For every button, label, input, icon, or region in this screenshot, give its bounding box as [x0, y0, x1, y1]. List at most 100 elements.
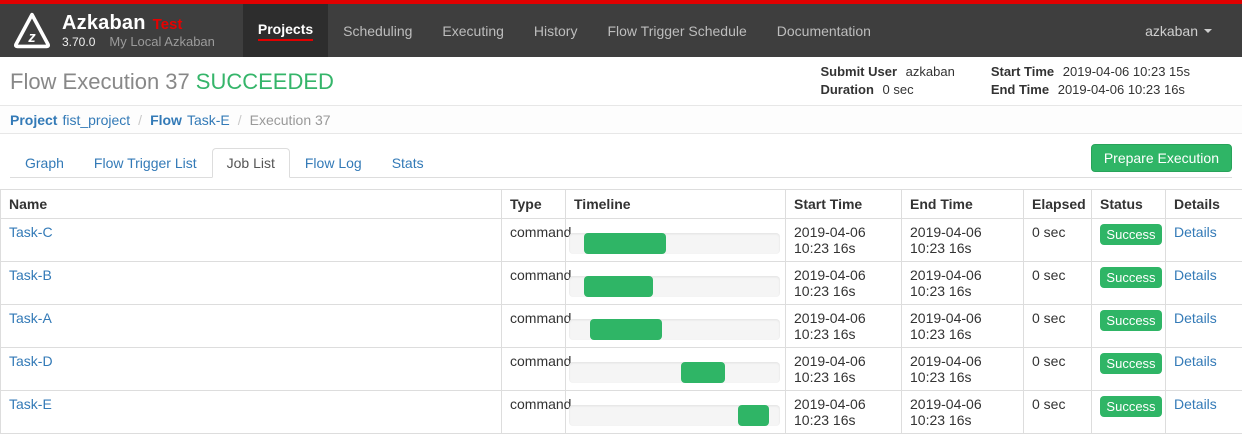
user-name: azkaban [1145, 23, 1198, 39]
job-start-time: 2019-04-06 10:23 16s [786, 262, 902, 305]
nav-item-history[interactable]: History [519, 4, 593, 57]
user-dropdown[interactable]: azkaban [1145, 4, 1242, 57]
duration-value: 0 sec [883, 82, 914, 97]
nav-item-scheduling[interactable]: Scheduling [328, 4, 427, 57]
table-row: Task-D command 2019-04-06 10:23 16s 2019… [1, 348, 1242, 391]
nav-item-label: Documentation [777, 23, 871, 39]
timeline-cell [566, 348, 786, 391]
nav-item-projects[interactable]: Projects [243, 4, 328, 57]
status-badge: Success [1100, 310, 1162, 331]
brand-text: Azkaban Test 3.70.0 My Local Azkaban [62, 12, 215, 50]
status-badge: Success [1100, 224, 1162, 245]
job-end-time: 2019-04-06 10:23 16s [902, 219, 1024, 262]
col-header-end-time: End Time [902, 190, 1024, 219]
end-time-value: 2019-04-06 10:23 16s [1058, 82, 1185, 97]
top-navbar: z Azkaban Test 3.70.0 My Local Azkaban P… [0, 0, 1242, 57]
timeline-track [569, 405, 780, 426]
tab-flow-trigger-list[interactable]: Flow Trigger List [79, 148, 212, 178]
status-badge: Success [1100, 353, 1162, 374]
status-badge: Success [1100, 396, 1162, 417]
tab-flow-log[interactable]: Flow Log [290, 148, 377, 178]
job-end-time: 2019-04-06 10:23 16s [902, 348, 1024, 391]
details-link[interactable]: Details [1174, 224, 1217, 240]
breadcrumb-project-link[interactable]: fist_project [62, 112, 130, 128]
timeline-bar [590, 319, 662, 340]
status-badge: Success [1100, 267, 1162, 288]
details-link[interactable]: Details [1174, 267, 1217, 283]
breadcrumb-execution: Execution 37 [250, 112, 331, 128]
brand-version: 3.70.0 [62, 36, 95, 50]
tabs-bar: Graph Flow Trigger List Job List Flow Lo… [10, 145, 1232, 178]
job-elapsed: 0 sec [1024, 348, 1092, 391]
brand[interactable]: z Azkaban Test 3.70.0 My Local Azkaban [0, 4, 231, 57]
job-elapsed: 0 sec [1024, 391, 1092, 434]
table-row: Task-C command 2019-04-06 10:23 16s 2019… [1, 219, 1242, 262]
col-header-status: Status [1092, 190, 1166, 219]
breadcrumb-project-label: Project [10, 112, 57, 128]
end-time-line: End Time 2019-04-06 10:23 16s [991, 82, 1190, 97]
nav-item-executing[interactable]: Executing [427, 4, 518, 57]
timeline-cell [566, 219, 786, 262]
submit-user-value: azkaban [906, 64, 955, 79]
job-name-link[interactable]: Task-E [9, 396, 52, 412]
timeline-cell [566, 262, 786, 305]
job-start-time: 2019-04-06 10:23 16s [786, 305, 902, 348]
tab-job-list[interactable]: Job List [212, 148, 290, 178]
job-type: command [502, 348, 566, 391]
table-header-row: Name Type Timeline Start Time End Time E… [1, 190, 1242, 219]
timeline-bar [681, 362, 725, 383]
nav-item-label: Executing [442, 23, 503, 39]
tab-graph[interactable]: Graph [10, 148, 79, 178]
table-row: Task-B command 2019-04-06 10:23 16s 2019… [1, 262, 1242, 305]
nav-item-label: Scheduling [343, 23, 412, 39]
flow-execution-title: Flow Execution 37 [10, 69, 190, 94]
job-end-time: 2019-04-06 10:23 16s [902, 305, 1024, 348]
timeline-cell [566, 391, 786, 434]
start-time-value: 2019-04-06 10:23 15s [1063, 64, 1190, 79]
table-row: Task-A command 2019-04-06 10:23 16s 2019… [1, 305, 1242, 348]
tab-stats[interactable]: Stats [377, 148, 439, 178]
main-nav: Projects Scheduling Executing History Fl… [243, 4, 886, 57]
col-header-elapsed: Elapsed [1024, 190, 1092, 219]
status-text: SUCCEEDED [196, 69, 334, 94]
chevron-down-icon [1204, 29, 1212, 33]
timeline-bar [584, 276, 654, 297]
execution-info-panel: Submit User azkaban Duration 0 sec Start… [820, 57, 1232, 105]
col-header-timeline: Timeline [566, 190, 786, 219]
breadcrumb-flow-link[interactable]: Task-E [187, 112, 230, 128]
job-name-link[interactable]: Task-A [9, 310, 52, 326]
details-link[interactable]: Details [1174, 310, 1217, 326]
job-start-time: 2019-04-06 10:23 16s [786, 391, 902, 434]
details-link[interactable]: Details [1174, 396, 1217, 412]
brand-subtitle: My Local Azkaban [109, 35, 215, 50]
breadcrumb: Project fist_project / Flow Task-E / Exe… [0, 105, 1242, 134]
duration-line: Duration 0 sec [820, 82, 954, 97]
col-header-details: Details [1166, 190, 1242, 219]
job-name-link[interactable]: Task-B [9, 267, 52, 283]
job-name-link[interactable]: Task-C [9, 224, 53, 240]
job-elapsed: 0 sec [1024, 305, 1092, 348]
details-link[interactable]: Details [1174, 353, 1217, 369]
breadcrumb-flow-label: Flow [150, 112, 182, 128]
brand-env-label: Test [153, 16, 183, 33]
start-time-label: Start Time [991, 64, 1054, 79]
azkaban-logo-icon: z [12, 11, 52, 51]
job-name-link[interactable]: Task-D [9, 353, 53, 369]
nav-item-documentation[interactable]: Documentation [762, 4, 886, 57]
start-time-line: Start Time 2019-04-06 10:23 15s [991, 64, 1190, 79]
job-start-time: 2019-04-06 10:23 16s [786, 219, 902, 262]
duration-label: Duration [820, 82, 873, 97]
page-title: Flow Execution 37SUCCEEDED [10, 69, 334, 105]
submit-user-label: Submit User [820, 64, 897, 79]
timeline-track [569, 319, 780, 340]
job-elapsed: 0 sec [1024, 262, 1092, 305]
nav-item-flow-trigger-schedule[interactable]: Flow Trigger Schedule [592, 4, 761, 57]
table-row: Task-E command 2019-04-06 10:23 16s 2019… [1, 391, 1242, 434]
col-header-start-time: Start Time [786, 190, 902, 219]
prepare-execution-button[interactable]: Prepare Execution [1091, 144, 1232, 172]
job-start-time: 2019-04-06 10:23 16s [786, 348, 902, 391]
nav-item-label: Projects [258, 21, 313, 41]
timeline-bar [584, 233, 666, 254]
timeline-track [569, 233, 780, 254]
nav-item-label: History [534, 23, 578, 39]
